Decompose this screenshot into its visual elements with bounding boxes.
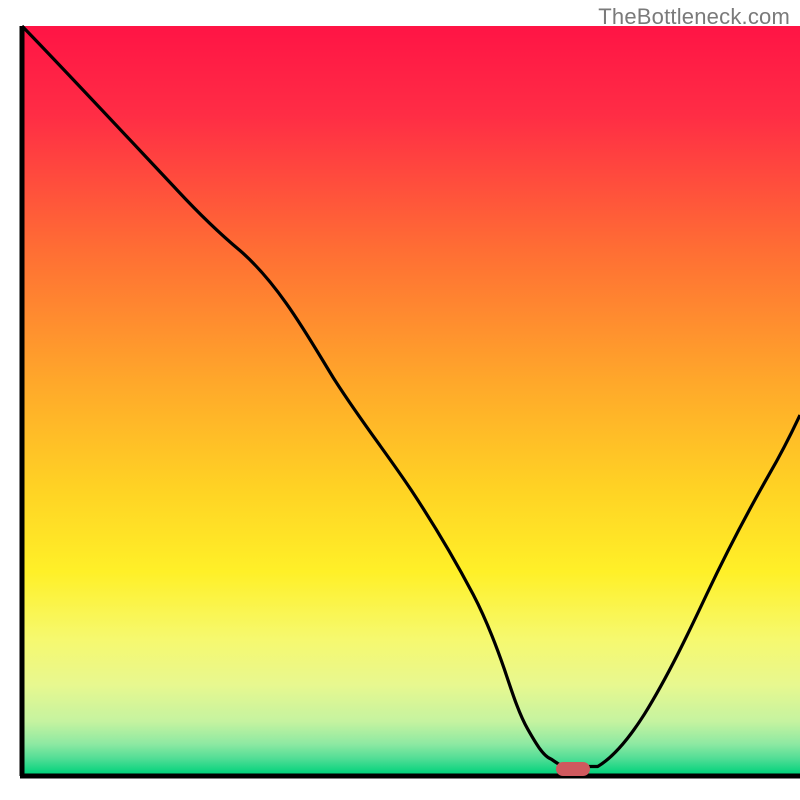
plot-background [22, 26, 800, 774]
bottleneck-chart [0, 0, 800, 800]
watermark-text: TheBottleneck.com [598, 4, 790, 30]
marker-pill [556, 762, 590, 776]
